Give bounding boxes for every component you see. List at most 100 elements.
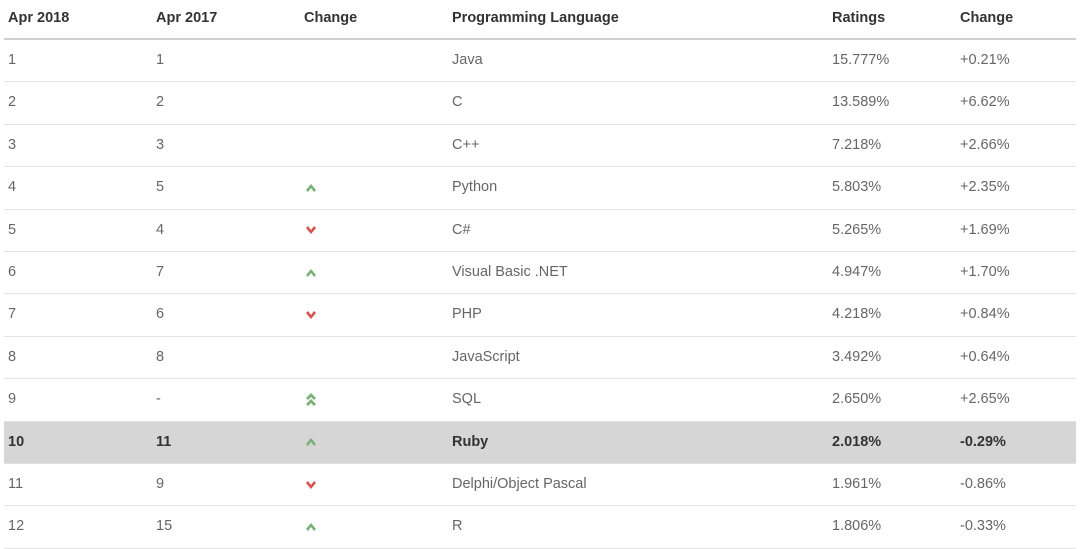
cell-pct-change: +1.69% xyxy=(956,209,1076,251)
chevron-up-icon xyxy=(304,437,440,447)
cell-rank-change xyxy=(300,379,448,421)
table-row: 67 Visual Basic .NET4.947%+1.70% xyxy=(4,251,1076,293)
table-row: 76 PHP4.218%+0.84% xyxy=(4,294,1076,336)
cell-ratings: 5.265% xyxy=(828,209,956,251)
cell-ratings: 2.650% xyxy=(828,379,956,421)
cell-rank-change xyxy=(300,251,448,293)
cell-language: Ruby xyxy=(448,421,828,463)
cell-pct-change: -0.33% xyxy=(956,506,1076,548)
table-row: 1011 Ruby2.018%-0.29% xyxy=(4,421,1076,463)
cell-pct-change: +0.84% xyxy=(956,294,1076,336)
cell-language: Delphi/Object Pascal xyxy=(448,463,828,505)
cell-pos-prev: 9 xyxy=(152,463,300,505)
cell-pos-now: 9 xyxy=(4,379,152,421)
cell-pos-prev: 2 xyxy=(152,82,300,124)
cell-pct-change: +2.65% xyxy=(956,379,1076,421)
cell-language: SQL xyxy=(448,379,828,421)
cell-ratings: 15.777% xyxy=(828,39,956,82)
cell-pos-now: 2 xyxy=(4,82,152,124)
cell-rank-change xyxy=(300,294,448,336)
cell-pct-change: -0.29% xyxy=(956,421,1076,463)
cell-language: C xyxy=(448,82,828,124)
cell-ratings: 13.589% xyxy=(828,82,956,124)
cell-language: Java xyxy=(448,39,828,82)
cell-ratings: 3.492% xyxy=(828,336,956,378)
rankings-table: Apr 2018 Apr 2017 Change Programming Lan… xyxy=(4,0,1076,549)
cell-ratings: 2.018% xyxy=(828,421,956,463)
table-row: 1215 R1.806%-0.33% xyxy=(4,506,1076,548)
cell-ratings: 5.803% xyxy=(828,167,956,209)
cell-pct-change: -0.86% xyxy=(956,463,1076,505)
cell-pos-prev: 1 xyxy=(152,39,300,82)
cell-rank-change xyxy=(300,336,448,378)
cell-language: Visual Basic .NET xyxy=(448,251,828,293)
cell-pos-now: 4 xyxy=(4,167,152,209)
cell-rank-change xyxy=(300,421,448,463)
cell-pos-prev: 4 xyxy=(152,209,300,251)
cell-pos-prev: - xyxy=(152,379,300,421)
cell-rank-change xyxy=(300,463,448,505)
cell-rank-change xyxy=(300,82,448,124)
col-header-ratings: Ratings xyxy=(828,0,956,39)
col-header-pct-change: Change xyxy=(956,0,1076,39)
cell-rank-change xyxy=(300,506,448,548)
cell-language: JavaScript xyxy=(448,336,828,378)
chevron-down-icon xyxy=(304,480,440,490)
table-row: 54 C#5.265%+1.69% xyxy=(4,209,1076,251)
cell-pct-change: +0.64% xyxy=(956,336,1076,378)
cell-rank-change xyxy=(300,39,448,82)
chevron-down-icon xyxy=(304,310,440,320)
cell-rank-change xyxy=(300,167,448,209)
cell-pos-now: 11 xyxy=(4,463,152,505)
table-row: 88 JavaScript3.492%+0.64% xyxy=(4,336,1076,378)
col-header-language: Programming Language xyxy=(448,0,828,39)
cell-pct-change: +6.62% xyxy=(956,82,1076,124)
cell-pos-prev: 15 xyxy=(152,506,300,548)
cell-pos-prev: 6 xyxy=(152,294,300,336)
cell-pct-change: +2.66% xyxy=(956,124,1076,166)
table-row: 9- SQL2.650%+2.65% xyxy=(4,379,1076,421)
cell-ratings: 7.218% xyxy=(828,124,956,166)
cell-pos-prev: 8 xyxy=(152,336,300,378)
cell-pos-now: 3 xyxy=(4,124,152,166)
cell-rank-change xyxy=(300,209,448,251)
cell-language: C++ xyxy=(448,124,828,166)
cell-pct-change: +0.21% xyxy=(956,39,1076,82)
cell-pct-change: +2.35% xyxy=(956,167,1076,209)
cell-pos-now: 7 xyxy=(4,294,152,336)
table-header-row: Apr 2018 Apr 2017 Change Programming Lan… xyxy=(4,0,1076,39)
cell-ratings: 4.218% xyxy=(828,294,956,336)
cell-pos-now: 5 xyxy=(4,209,152,251)
col-header-apr-2018: Apr 2018 xyxy=(4,0,152,39)
cell-pos-now: 12 xyxy=(4,506,152,548)
table-row: 119 Delphi/Object Pascal1.961%-0.86% xyxy=(4,463,1076,505)
chevron-down-icon xyxy=(304,225,440,235)
cell-language: Python xyxy=(448,167,828,209)
cell-pos-now: 10 xyxy=(4,421,152,463)
chevron-up-icon xyxy=(304,268,440,278)
cell-language: PHP xyxy=(448,294,828,336)
table-row: 45 Python5.803%+2.35% xyxy=(4,167,1076,209)
col-header-apr-2017: Apr 2017 xyxy=(152,0,300,39)
cell-pct-change: +1.70% xyxy=(956,251,1076,293)
double-chevron-up-icon xyxy=(304,393,440,407)
cell-ratings: 4.947% xyxy=(828,251,956,293)
table-row: 11 Java15.777%+0.21% xyxy=(4,39,1076,82)
cell-ratings: 1.961% xyxy=(828,463,956,505)
table-row: 33 C++7.218%+2.66% xyxy=(4,124,1076,166)
cell-language: R xyxy=(448,506,828,548)
cell-rank-change xyxy=(300,124,448,166)
cell-pos-prev: 11 xyxy=(152,421,300,463)
cell-pos-now: 6 xyxy=(4,251,152,293)
chevron-up-icon xyxy=(304,183,440,193)
cell-ratings: 1.806% xyxy=(828,506,956,548)
cell-language: C# xyxy=(448,209,828,251)
col-header-rank-change: Change xyxy=(300,0,448,39)
cell-pos-prev: 3 xyxy=(152,124,300,166)
table-row: 22 C13.589%+6.62% xyxy=(4,82,1076,124)
cell-pos-now: 1 xyxy=(4,39,152,82)
cell-pos-prev: 7 xyxy=(152,251,300,293)
cell-pos-now: 8 xyxy=(4,336,152,378)
chevron-up-icon xyxy=(304,522,440,532)
cell-pos-prev: 5 xyxy=(152,167,300,209)
